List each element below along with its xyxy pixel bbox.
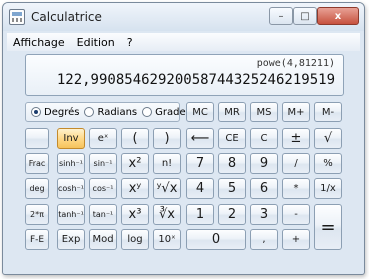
asin-button[interactable]: sin⁻¹ [89, 153, 117, 174]
maximize-button[interactable]: □ [293, 7, 317, 25]
acos-button[interactable]: cos⁻¹ [89, 178, 117, 199]
m-plus-button[interactable]: M+ [282, 102, 310, 122]
digit-8-button[interactable]: 8 [218, 153, 246, 174]
ce-button[interactable]: CE [218, 128, 246, 149]
square-button[interactable]: x² [121, 153, 149, 174]
close-button[interactable]: x [317, 7, 359, 25]
radio-selected-icon [31, 107, 41, 117]
equals-button[interactable]: = [314, 204, 342, 250]
left-paren-button[interactable]: ( [121, 128, 149, 149]
digit-9-button[interactable]: 9 [250, 153, 278, 174]
add-button[interactable]: + [282, 229, 310, 250]
expression-readout: powe(4,81211) [256, 58, 335, 69]
frac-button[interactable]: Frac [25, 153, 49, 174]
atan-button[interactable]: tan⁻¹ [89, 204, 117, 225]
fe-button[interactable]: F-E [25, 229, 49, 250]
ms-button[interactable]: MS [250, 102, 278, 122]
factorial-button[interactable]: n! [153, 153, 181, 174]
asinh-button[interactable]: sinh⁻¹ [57, 153, 85, 174]
menu-edition[interactable]: Edition [71, 36, 121, 49]
minimize-button[interactable]: – [269, 7, 293, 25]
result-readout: 122,9908546292005874432524621951​9 [56, 72, 335, 88]
power-button[interactable]: xʸ [121, 178, 149, 199]
divide-button[interactable]: / [282, 153, 310, 174]
radio-unselected-icon [84, 107, 95, 117]
subtract-button[interactable]: - [282, 204, 310, 225]
two-pi-button[interactable]: 2*π [25, 204, 49, 225]
multiply-button[interactable]: * [282, 178, 310, 199]
radio-grades[interactable]: Grades [142, 107, 191, 118]
log-button[interactable]: log [121, 229, 149, 250]
m-minus-button[interactable]: M- [314, 102, 342, 122]
blank-key[interactable] [25, 128, 49, 149]
menu-help[interactable]: ? [121, 36, 139, 49]
radio-radians-label: Radians [97, 106, 138, 118]
window-title: Calculatrice [31, 10, 102, 24]
inv-button[interactable]: Inv [57, 128, 85, 149]
digit-0-button[interactable]: 0 [186, 229, 246, 250]
calculator-app-icon [9, 9, 25, 25]
digit-1-button[interactable]: 1 [186, 204, 214, 225]
percent-button[interactable]: % [314, 153, 342, 174]
radio-degres[interactable]: Degrés [31, 107, 79, 118]
reciprocal-button[interactable]: 1/x [314, 178, 342, 199]
radio-degres-label: Degrés [44, 106, 80, 118]
menu-affichage[interactable]: Affichage [7, 36, 71, 49]
right-paren-button[interactable]: ) [153, 128, 181, 149]
deg-button[interactable]: deg [25, 178, 49, 199]
clear-button[interactable]: C [250, 128, 278, 149]
title-bar: Calculatrice – □ x [3, 3, 364, 31]
digit-4-button[interactable]: 4 [186, 178, 214, 199]
calculator-display: powe(4,81211) 122,9908546292005874432524… [25, 54, 344, 96]
digit-7-button[interactable]: 7 [186, 153, 214, 174]
radio-unselected-icon [142, 107, 153, 117]
exp-e-button[interactable]: eˣ [89, 128, 117, 149]
digit-3-button[interactable]: 3 [250, 204, 278, 225]
mr-button[interactable]: MR [218, 102, 246, 122]
digit-2-button[interactable]: 2 [218, 204, 246, 225]
atanh-button[interactable]: tanh⁻¹ [57, 204, 85, 225]
angle-unit-group: Degrés Radians Grades [25, 102, 191, 122]
backspace-button[interactable]: ⟵ [186, 128, 214, 149]
sqrt-button[interactable]: √ [314, 128, 342, 149]
ten-power-button[interactable]: 10ˣ [153, 229, 181, 250]
digit-6-button[interactable]: 6 [250, 178, 278, 199]
mc-button[interactable]: MC [186, 102, 214, 122]
menu-bar: Affichage Edition ? [7, 33, 360, 51]
exp-button[interactable]: Exp [57, 229, 85, 250]
decimal-button[interactable]: , [250, 229, 278, 250]
cube-root-button[interactable]: ∛x [153, 204, 181, 225]
acosh-button[interactable]: cosh⁻¹ [57, 178, 85, 199]
plus-minus-button[interactable]: ± [282, 128, 310, 149]
mod-button[interactable]: Mod [89, 229, 117, 250]
radio-radians[interactable]: Radians [84, 107, 137, 118]
cube-button[interactable]: x³ [121, 204, 149, 225]
yroot-button[interactable]: ʸ√x [153, 178, 181, 199]
digit-5-button[interactable]: 5 [218, 178, 246, 199]
